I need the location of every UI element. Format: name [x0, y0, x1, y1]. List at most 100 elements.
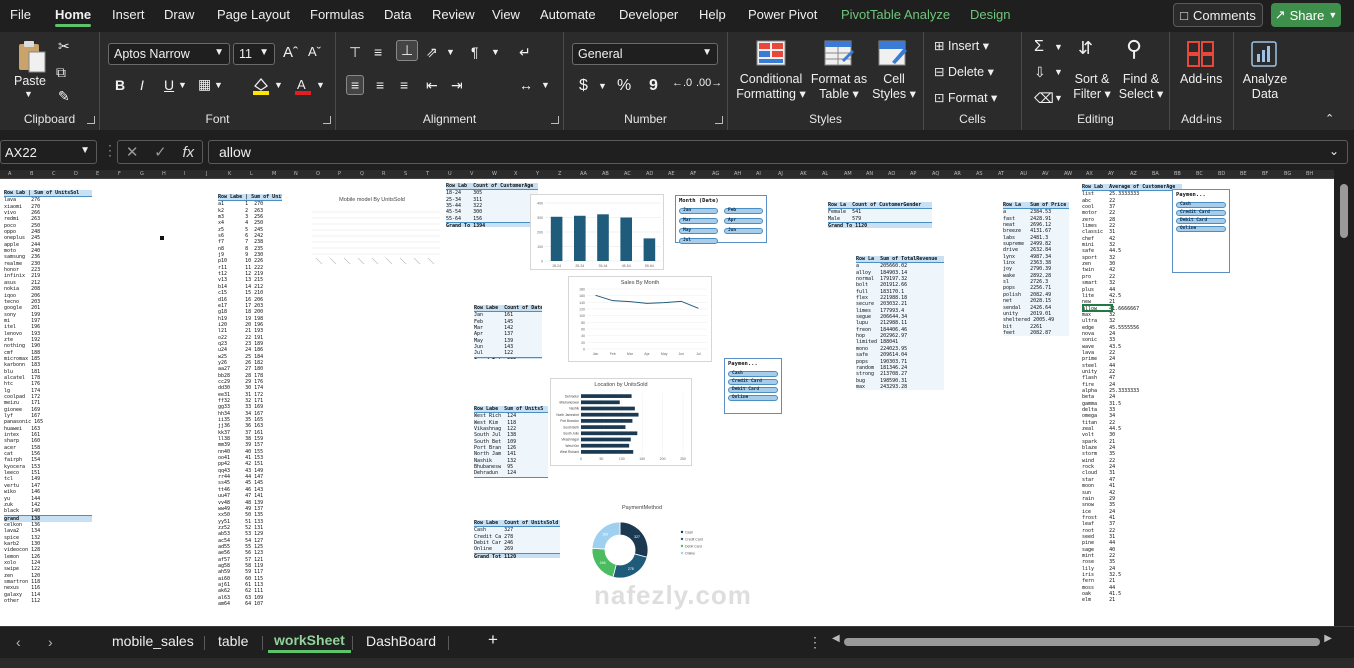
column-header[interactable]: AQ — [932, 171, 939, 177]
pivot-table-payment[interactable]: Row Labe Count of UnitsSold Cash 327 Credi… — [474, 520, 560, 558]
column-header[interactable]: N — [294, 171, 298, 177]
column-header[interactable]: V — [470, 171, 473, 177]
enter-icon[interactable]: ✓ — [154, 143, 167, 161]
analyze-data-button[interactable]: Analyze Data — [1242, 72, 1288, 102]
chevron-down-icon[interactable]: ▼ — [541, 80, 550, 90]
font-name-select[interactable]: Aptos Narrow ▼ — [108, 43, 230, 65]
pivot-row[interactable]: other 112 — [4, 598, 92, 604]
format-cells-button[interactable]: ⊡ Format ▾ — [934, 91, 997, 106]
align-right-icon[interactable]: ≡ — [400, 77, 408, 93]
comma-style-button[interactable]: 9 — [649, 77, 658, 95]
column-header[interactable]: Q — [360, 171, 364, 177]
pivot-row[interactable]: Row Labe Count of Date (Mont — [474, 305, 542, 313]
column-header[interactable]: S — [404, 171, 407, 177]
chart-models[interactable]: Mobile model By UnitsSold — [302, 194, 442, 274]
column-header[interactable]: AN — [866, 171, 873, 177]
column-header[interactable]: AK — [800, 171, 807, 177]
slicer-item[interactable]: Cash — [1176, 202, 1226, 208]
clear-icon[interactable]: ⌫ — [1034, 90, 1054, 107]
column-header[interactable]: AS — [976, 171, 983, 177]
column-header[interactable]: AC — [624, 171, 631, 177]
column-header[interactable]: AY — [1108, 171, 1114, 177]
pivot-row[interactable]: Row Lab | Sum of UnitsSol — [4, 190, 92, 198]
increase-indent-icon[interactable]: ⇥ — [451, 77, 463, 94]
active-cell[interactable] — [1082, 304, 1113, 312]
chevron-right-icon[interactable]: › — [48, 634, 53, 650]
pivot-row[interactable]: Row La Sum of TotalRevenue — [856, 256, 944, 264]
italic-button[interactable]: I — [140, 77, 144, 93]
column-header[interactable]: M — [272, 171, 276, 177]
chevron-down-icon[interactable]: ▼ — [1054, 67, 1063, 77]
vertical-scrollbar[interactable] — [1334, 170, 1354, 626]
decrease-decimal-icon[interactable]: .00→ — [696, 77, 722, 89]
chevron-down-icon[interactable]: ▼ — [316, 80, 325, 90]
format-as-table-button[interactable]: Format as Table ▾ — [808, 72, 870, 102]
chevron-left-icon[interactable]: ‹ — [16, 634, 21, 650]
column-header[interactable]: AG — [712, 171, 719, 177]
dialog-launcher-icon[interactable] — [715, 116, 723, 124]
pivot-table-location[interactable]: Row Labe Sum of UnitsS West Rich 124 West … — [474, 406, 548, 478]
column-header[interactable]: Y — [536, 171, 539, 177]
scroll-thumb[interactable] — [844, 638, 1320, 646]
tab-page-layout[interactable]: Page Layout — [217, 7, 290, 22]
dialog-launcher-icon[interactable] — [551, 116, 559, 124]
dialog-launcher-icon[interactable] — [87, 116, 95, 124]
pivot-row[interactable]: elm 21 — [1082, 597, 1182, 603]
tab-design[interactable]: Design — [970, 7, 1010, 22]
chart-payment[interactable]: PaymentMethod 327 Cash 278 Credit Card 246 De… — [572, 502, 712, 586]
worksheet-grid[interactable]: A B C D E F G H I J K L M N O P Q R S T U V W X Y Z AA AB AC AD AE AF AG… — [0, 170, 1334, 626]
chevron-down-icon[interactable]: ▼ — [446, 47, 455, 57]
column-header[interactable]: AR — [954, 171, 961, 177]
merge-center-icon[interactable]: ↔ — [519, 77, 533, 93]
find-select-button[interactable]: Find & Select ▾ — [1117, 72, 1165, 102]
column-header[interactable]: W — [492, 171, 497, 177]
column-header[interactable]: AA — [580, 171, 587, 177]
column-header[interactable]: R — [382, 171, 385, 177]
tab-formulas[interactable]: Formulas — [310, 7, 364, 22]
column-header[interactable]: BD — [1218, 171, 1225, 177]
align-top-icon[interactable]: ⊤ — [349, 44, 361, 61]
pivot-row[interactable]: Row Labe Sum of UnitsS — [474, 406, 548, 414]
column-header[interactable]: X — [514, 171, 517, 177]
column-header[interactable]: AV — [1042, 171, 1049, 177]
pivot-row[interactable]: Row Labe Count of UnitsSold — [474, 520, 560, 528]
column-header[interactable]: H — [162, 171, 166, 177]
insert-cells-button[interactable]: ⊞ Insert ▾ — [934, 39, 989, 54]
slicer-item[interactable]: Jun — [724, 228, 763, 234]
column-header[interactable]: BA — [1152, 171, 1159, 177]
column-header[interactable]: AB — [602, 171, 609, 177]
pivot-table-age[interactable]: Row Lab Count of CustomerAge 18-24 305 25-… — [446, 183, 538, 227]
tab-automate[interactable]: Automate — [540, 7, 596, 22]
tab-view[interactable]: View — [492, 7, 520, 22]
tab-help[interactable]: Help — [699, 7, 726, 22]
percent-button[interactable]: % — [617, 77, 631, 95]
column-header[interactable]: C — [52, 171, 56, 177]
sheet-tab-table[interactable]: table — [218, 633, 248, 649]
column-header[interactable]: O — [316, 171, 320, 177]
slicer-item[interactable]: Credit Card — [728, 379, 778, 385]
slicer-item[interactable]: Online — [1176, 226, 1226, 232]
decrease-font-icon[interactable]: Aˇ — [308, 44, 321, 59]
increase-font-icon[interactable]: Aˆ — [283, 44, 298, 61]
chevron-down-icon[interactable]: ▼ — [598, 81, 607, 91]
column-header[interactable]: D — [74, 171, 78, 177]
column-header[interactable]: L — [250, 171, 253, 177]
font-color-button[interactable]: A — [293, 76, 313, 101]
more-icon[interactable]: ⋮ — [103, 142, 117, 159]
delete-cells-button[interactable]: ⊟ Delete ▾ — [934, 65, 994, 80]
column-header[interactable]: AE — [668, 171, 675, 177]
addins-button[interactable]: Add-ins — [1180, 72, 1222, 87]
column-header[interactable]: F — [118, 171, 121, 177]
sort-filter-button[interactable]: Sort & Filter ▾ — [1070, 72, 1114, 102]
slicer-item[interactable]: May — [679, 228, 718, 234]
column-header[interactable]: Z — [558, 171, 561, 177]
pivot-row[interactable]: Row La Sum of Price — [1003, 202, 1069, 210]
sheet-tab-mobile-sales[interactable]: mobile_sales — [112, 633, 194, 649]
column-header[interactable]: T — [426, 171, 429, 177]
pivot-table-gender[interactable]: Row La Count of CustomerGender Female 541… — [828, 202, 932, 228]
tab-developer[interactable]: Developer — [619, 7, 678, 22]
pivot-table-price[interactable]: Row La Sum of Price a 2384.53 fast 2428.91… — [1003, 202, 1069, 336]
font-size-select[interactable]: 11 ▼ — [233, 43, 275, 65]
align-bottom-icon[interactable]: ⊥ — [396, 40, 419, 61]
tab-review[interactable]: Review — [432, 7, 475, 22]
